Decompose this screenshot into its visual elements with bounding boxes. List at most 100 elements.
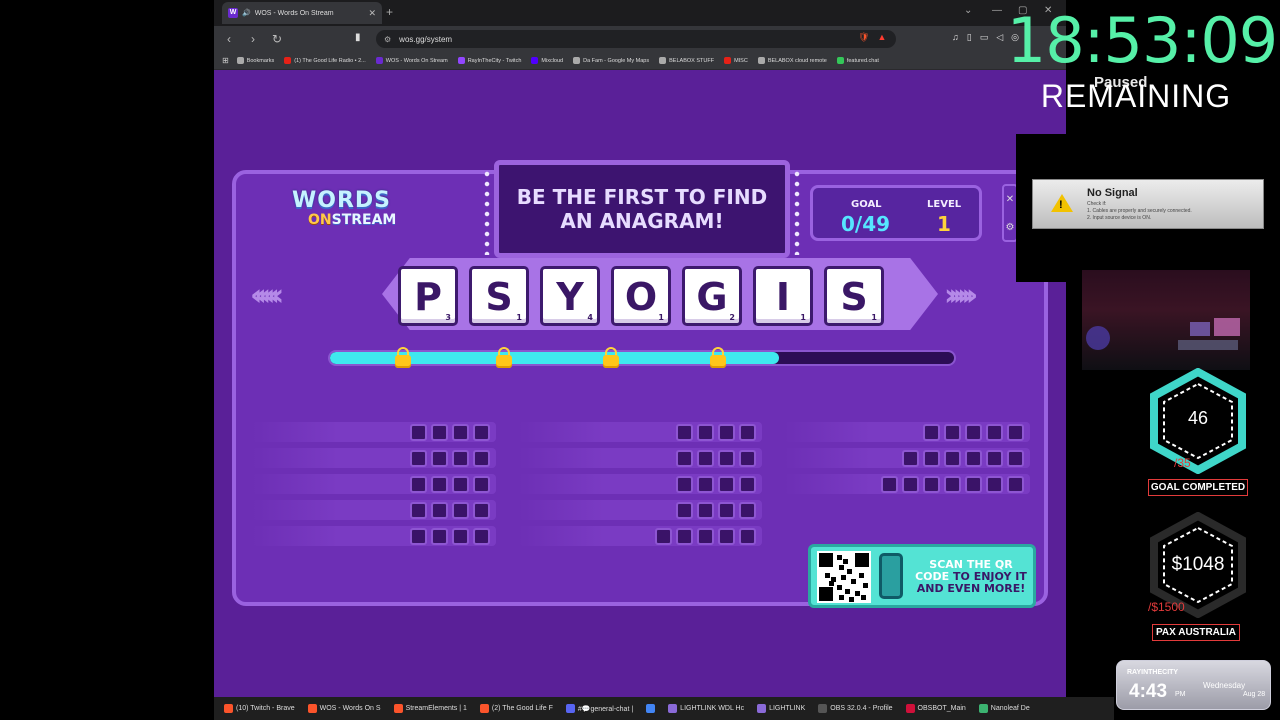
letter-slot (676, 502, 693, 519)
back-icon[interactable]: ‹ (220, 32, 238, 46)
bookmark-favicon-icon (724, 57, 732, 64)
bookmark-icon[interactable]: ▮ (355, 32, 361, 43)
bookmark-item[interactable]: RayInTheCity - Twitch (457, 57, 521, 64)
taskbar-item[interactable]: StreamElements | 1 (390, 702, 471, 715)
bookmark-item[interactable]: WOS - Words On Stream (375, 57, 448, 64)
no-signal-line: Check if: (1087, 201, 1107, 207)
brave-rewards-icon[interactable]: ▲ (877, 32, 886, 43)
letter-slot (923, 424, 940, 441)
letter-slot (452, 424, 469, 441)
bookmark-label: BELABOX STUFF (669, 57, 715, 64)
bookmark-item[interactable]: MISC (724, 57, 748, 64)
letter-slot (718, 424, 735, 441)
brave-shield-icon[interactable]: 🛡 (858, 32, 869, 43)
bookmark-label: featured.chat (846, 57, 879, 64)
lock-icon (392, 346, 414, 370)
clock-ampm: PM (1175, 691, 1186, 698)
new-tab-icon[interactable]: + (386, 5, 393, 19)
qr-line-3: AND EVEN MORE! (916, 582, 1026, 595)
taskbar-item[interactable]: WOS - Words On S (304, 702, 385, 715)
qr-module (837, 585, 842, 590)
tab-wos[interactable]: W 🔊 WOS - Words On Stream ✕ (222, 2, 382, 24)
bookmark-label: Da Fam - Google My Maps (583, 57, 650, 64)
qr-code[interactable] (817, 551, 871, 603)
chevrons-right-icon: ›››››› (944, 278, 978, 313)
qr-module (839, 565, 844, 570)
phone-icon (879, 553, 903, 599)
settings-icon[interactable]: ⚙ (1004, 214, 1016, 242)
tile-score: 4 (587, 313, 593, 322)
letter-tile: P3 (398, 266, 458, 326)
letter-slot (410, 476, 427, 493)
reload-icon[interactable]: ↻ (268, 32, 286, 46)
bookmark-item[interactable]: BELABOX cloud remote (757, 57, 827, 64)
goal-value: 0/49 (841, 212, 891, 236)
goal-completed-label: GOAL COMPLETED (1148, 479, 1248, 496)
letter-slot (676, 424, 693, 441)
taskbar-item[interactable]: (2) The Good Life F (476, 702, 557, 715)
address-bar[interactable]: ⚙ wos.gg/system (376, 30, 896, 48)
sidebar-icon[interactable]: ▯ (967, 32, 972, 43)
taskbar-item[interactable]: OBSBOT_Main (902, 702, 970, 715)
taskbar-label: StreamElements | 1 (405, 705, 467, 712)
close-icon[interactable]: ✕ (368, 8, 376, 19)
share-icon[interactable]: ◁ (996, 32, 1003, 43)
taskbar-item[interactable]: #💬general-chat | (562, 702, 637, 715)
bookmark-favicon-icon (457, 57, 465, 64)
letter-slot (410, 450, 427, 467)
letter-slot (697, 424, 714, 441)
letter-slot (676, 450, 693, 467)
qr-module (851, 579, 856, 584)
taskbar-item[interactable]: OBS 32.0.4 - Profile (814, 702, 896, 715)
taskbar-item[interactable] (642, 702, 659, 715)
bookmark-item[interactable]: featured.chat (836, 57, 879, 64)
goal-label: GOAL (851, 199, 882, 210)
letter-slot (881, 476, 898, 493)
taskbar-label: LIGHTLINK WDL Hc (680, 705, 745, 712)
bookmark-item[interactable]: Da Fam - Google My Maps (573, 57, 649, 64)
taskbar-item[interactable]: (10) Twitch - Brave (220, 702, 299, 715)
app-icon (757, 704, 767, 713)
qr-promo[interactable]: SCAN THE QR CODE TO ENJOY IT AND EVEN MO… (808, 544, 1036, 608)
taskbar-item[interactable]: LIGHTLINK WDL Hc (664, 702, 748, 715)
letter-slot (452, 476, 469, 493)
site-settings-icon[interactable]: ⚙ (384, 35, 391, 44)
letter-slot (410, 424, 427, 441)
app-icon (668, 704, 678, 713)
bookmark-item[interactable]: (1) The Good Life Radio • 2... (284, 57, 366, 64)
forward-icon[interactable]: › (244, 32, 262, 46)
letter-slot (697, 450, 714, 467)
wallet-icon[interactable]: ▭ (980, 32, 989, 43)
chevron-down-icon[interactable]: ⌄ (964, 5, 972, 16)
taskbar-item[interactable]: Nanoleaf De (975, 702, 1034, 715)
letter-slot (697, 528, 714, 545)
letter-slot (1007, 450, 1024, 467)
taskbar-label: OBS 32.0.4 - Profile (830, 705, 893, 712)
taskbar-item[interactable]: LIGHTLINK (753, 702, 809, 715)
letter-slot (923, 476, 940, 493)
tab-title: WOS - Words On Stream (254, 9, 334, 17)
qr-module (855, 553, 869, 567)
app-icon (565, 704, 575, 713)
speaker-icon[interactable]: 🔊 (242, 9, 251, 17)
goal-level-panel: GOAL 0/49 LEVEL 1 (810, 185, 982, 241)
qr-module (845, 589, 850, 594)
media-icon[interactable]: ♫ (952, 32, 959, 43)
minimize-icon[interactable]: — (992, 5, 1002, 16)
app-icon (646, 704, 656, 713)
bookmark-item[interactable]: BELABOX STUFF (659, 57, 714, 64)
bookmark-item[interactable]: Mixcloud (531, 57, 563, 64)
qr-module (825, 573, 830, 578)
tile-score: 2 (729, 313, 735, 322)
qr-module (839, 595, 844, 600)
logo-stream-text: STREAM (331, 212, 397, 228)
bookmark-label: WOS - Words On Stream (385, 57, 448, 64)
bookmark-item[interactable]: Bookmarks (236, 57, 274, 64)
clock-day: Wednesday (1203, 681, 1246, 690)
close-game-icon[interactable]: ✕ (1004, 186, 1016, 214)
app-icon (307, 704, 317, 713)
apps-grid-icon[interactable]: ⊞ (222, 56, 229, 65)
letter-slot (676, 528, 693, 545)
tile-score: 1 (516, 313, 522, 322)
letter-slot (718, 450, 735, 467)
